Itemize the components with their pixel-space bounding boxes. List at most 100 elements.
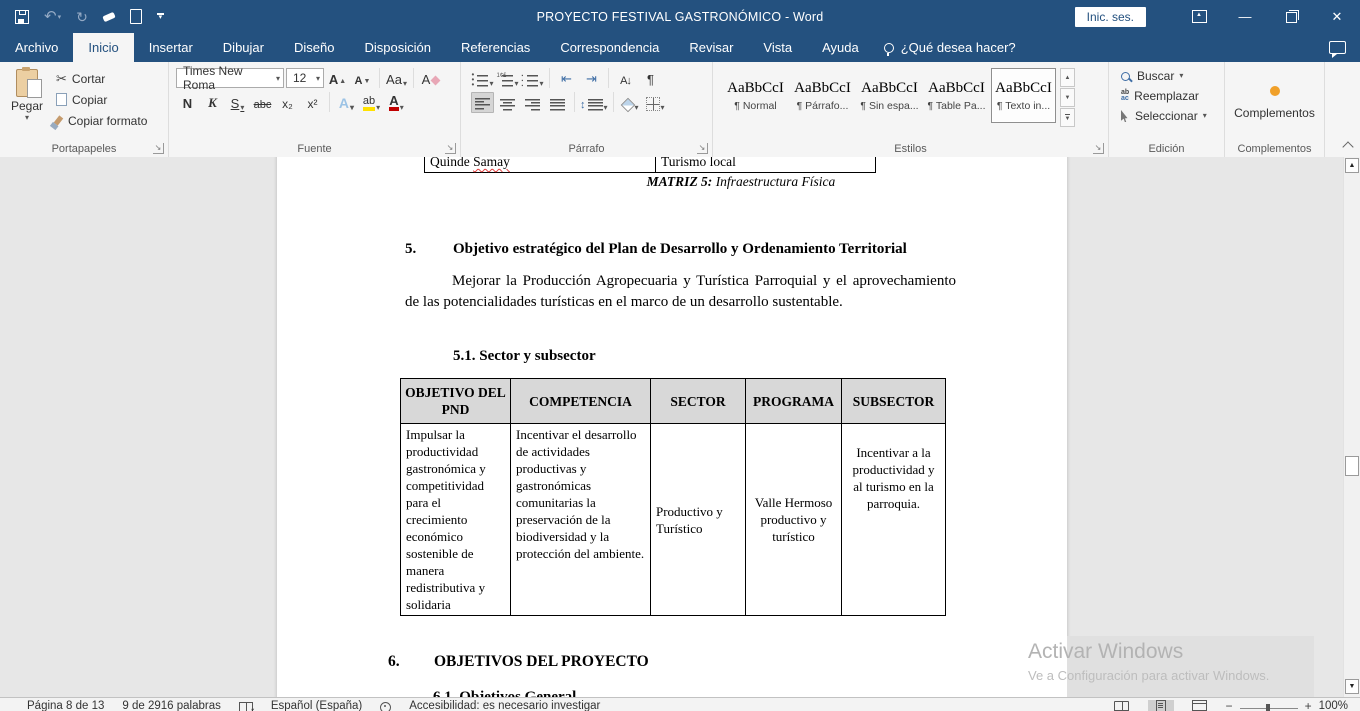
paste-button[interactable]: Pegar ▾ bbox=[2, 66, 52, 129]
clipboard-dialog-launcher[interactable]: ↘ bbox=[153, 143, 164, 154]
shading-button[interactable]: ▾ bbox=[619, 92, 642, 113]
bullets-button[interactable]: ▾ bbox=[471, 68, 494, 89]
subscript-button[interactable]: x₂ bbox=[276, 92, 299, 113]
tab-correspondencia[interactable]: Correspondencia bbox=[545, 33, 674, 62]
replace-button[interactable]: abacReemplazar bbox=[1111, 86, 1222, 106]
tab-inicio[interactable]: Inicio bbox=[73, 33, 133, 62]
eraser-button[interactable] bbox=[103, 7, 115, 27]
copy-button[interactable]: Copiar bbox=[56, 91, 147, 108]
sort-button[interactable]: A↓ bbox=[614, 68, 637, 89]
style-parrafo[interactable]: AaBbCcI¶ Párrafo... bbox=[790, 68, 855, 123]
multilevel-list-button[interactable]: ▾ bbox=[521, 68, 544, 89]
borders-button[interactable]: ▾ bbox=[644, 92, 667, 113]
addins-button[interactable]: Complementos bbox=[1227, 66, 1322, 139]
clear-formatting-button[interactable]: A bbox=[419, 68, 442, 89]
matriz5-table-fragment[interactable]: Quinde Samay Turismo local bbox=[424, 157, 876, 173]
zoom-in-button[interactable]: + bbox=[1305, 701, 1312, 711]
cell-competencia[interactable]: Incentivar el desarrollo de actividades … bbox=[511, 424, 651, 616]
tab-diseno[interactable]: Diseño bbox=[279, 33, 349, 62]
heading-5[interactable]: 5. Objetivo estratégico del Plan de Desa… bbox=[405, 241, 907, 258]
style-table-paragraph[interactable]: AaBbCcI¶ Table Pa... bbox=[924, 68, 989, 123]
shrink-font-button[interactable]: A▼ bbox=[351, 68, 374, 89]
styles-dialog-launcher[interactable]: ↘ bbox=[1093, 143, 1104, 154]
show-paragraph-marks-button[interactable]: ¶ bbox=[639, 68, 662, 89]
collapse-ribbon-button[interactable] bbox=[1342, 141, 1353, 152]
table-cell[interactable]: Quinde Samay bbox=[425, 157, 656, 172]
line-spacing-button[interactable]: ↕▾ bbox=[580, 92, 608, 113]
zoom-out-button[interactable]: − bbox=[1226, 701, 1233, 711]
style-normal[interactable]: AaBbCcI¶ Normal bbox=[723, 68, 788, 123]
align-right-button[interactable] bbox=[521, 92, 544, 113]
style-sin-espaciado[interactable]: AaBbCcI¶ Sin espa... bbox=[857, 68, 922, 123]
scroll-down-button[interactable]: ▼ bbox=[1345, 679, 1359, 694]
style-texto-independiente[interactable]: AaBbCcI¶ Texto in... bbox=[991, 68, 1056, 123]
minimize-button[interactable]: — bbox=[1222, 0, 1268, 33]
heading-5-1[interactable]: 5.1. Sector y subsector bbox=[453, 348, 596, 365]
text-effects-button[interactable]: A▾ bbox=[335, 92, 358, 113]
tab-revisar[interactable]: Revisar bbox=[674, 33, 748, 62]
tell-me-box[interactable]: ¿Qué desea hacer? bbox=[874, 33, 1026, 62]
superscript-button[interactable]: x² bbox=[301, 92, 324, 113]
tab-archivo[interactable]: Archivo bbox=[0, 33, 73, 62]
cell-programa[interactable]: Valle Hermoso productivo y turístico bbox=[746, 424, 842, 616]
tab-disposicion[interactable]: Disposición bbox=[349, 33, 445, 62]
word-count-indicator[interactable]: 9 de 2916 palabras bbox=[122, 700, 220, 711]
select-button[interactable]: Seleccionar▾ bbox=[1111, 106, 1222, 126]
heading-6[interactable]: 6. OBJETIVOS DEL PROYECTO bbox=[388, 653, 649, 671]
font-color-button[interactable]: A▾ bbox=[385, 92, 408, 113]
cell-sector[interactable]: Productivo y Turístico bbox=[651, 424, 746, 616]
font-name-combobox[interactable]: Times New Roma▾ bbox=[176, 68, 284, 88]
bold-button[interactable]: N bbox=[176, 92, 199, 113]
header-objetivo-pnd[interactable]: OBJETIVO DEL PND bbox=[401, 379, 511, 424]
tab-ayuda[interactable]: Ayuda bbox=[807, 33, 874, 62]
tab-vista[interactable]: Vista bbox=[748, 33, 807, 62]
restore-button[interactable] bbox=[1268, 0, 1314, 33]
paragraph-dialog-launcher[interactable]: ↘ bbox=[697, 143, 708, 154]
change-case-button[interactable]: Aa▾ bbox=[385, 68, 408, 89]
scroll-up-button[interactable]: ▲ bbox=[1345, 158, 1359, 173]
font-size-combobox[interactable]: 12▾ bbox=[286, 68, 324, 88]
zoom-slider-thumb[interactable] bbox=[1266, 704, 1270, 711]
header-subsector[interactable]: SUBSECTOR bbox=[842, 379, 946, 424]
header-sector[interactable]: SECTOR bbox=[651, 379, 746, 424]
undo-button[interactable]: ↶▾ bbox=[44, 7, 61, 27]
body-paragraph[interactable]: Mejorar la Producción Agropecuaria y Tur… bbox=[405, 271, 956, 313]
read-mode-button[interactable] bbox=[1109, 700, 1135, 711]
cell-objetivo-pnd[interactable]: Impulsar la productividad gastronómica y… bbox=[401, 424, 511, 616]
zoom-percentage[interactable]: 100% bbox=[1319, 700, 1348, 711]
document-page[interactable]: Quinde Samay Turismo local MATRIZ 5: Inf… bbox=[277, 157, 1067, 697]
save-button[interactable] bbox=[15, 7, 29, 27]
matriz5-caption[interactable]: MATRIZ 5: Infraestructura Física bbox=[431, 174, 1051, 190]
accessibility-status[interactable]: Accesibilidad: es necesario investigar bbox=[409, 700, 600, 711]
styles-gallery-more-button[interactable]: ▼ bbox=[1060, 108, 1075, 127]
redo-button[interactable]: ↻ bbox=[76, 7, 88, 27]
justify-button[interactable] bbox=[546, 92, 569, 113]
tab-insertar[interactable]: Insertar bbox=[134, 33, 208, 62]
find-button[interactable]: Buscar▾ bbox=[1111, 66, 1222, 86]
increase-indent-button[interactable]: ⇥ bbox=[580, 68, 603, 89]
comments-icon[interactable] bbox=[1329, 41, 1346, 54]
strikethrough-button[interactable]: abc bbox=[251, 92, 274, 113]
web-layout-button[interactable] bbox=[1187, 700, 1213, 711]
highlight-button[interactable]: ab▾ bbox=[360, 92, 383, 113]
customize-quick-access-button[interactable]: ▾ bbox=[157, 7, 164, 27]
grow-font-button[interactable]: A▲ bbox=[326, 68, 349, 89]
format-painter-button[interactable]: Copiar formato bbox=[56, 112, 147, 129]
italic-button[interactable]: K bbox=[201, 92, 224, 113]
tab-referencias[interactable]: Referencias bbox=[446, 33, 545, 62]
zoom-slider[interactable] bbox=[1240, 708, 1298, 709]
scrollbar-thumb[interactable] bbox=[1345, 456, 1359, 476]
proofing-errors-icon[interactable] bbox=[239, 702, 253, 711]
language-indicator[interactable]: Español (España) bbox=[271, 700, 362, 711]
sector-subsector-table[interactable]: OBJETIVO DEL PND COMPETENCIA SECTOR PROG… bbox=[400, 378, 946, 616]
align-center-button[interactable] bbox=[496, 92, 519, 113]
sign-in-button[interactable]: Inic. ses. bbox=[1075, 7, 1146, 27]
header-programa[interactable]: PROGRAMA bbox=[746, 379, 842, 424]
font-dialog-launcher[interactable]: ↘ bbox=[445, 143, 456, 154]
print-layout-button[interactable] bbox=[1148, 700, 1174, 711]
underline-button[interactable]: S▾ bbox=[226, 92, 249, 113]
table-cell[interactable]: Turismo local bbox=[656, 157, 875, 172]
cell-subsector[interactable]: Incentivar a la productividad y al turis… bbox=[842, 424, 946, 616]
align-left-button[interactable] bbox=[471, 92, 494, 113]
numbering-button[interactable]: ▾ bbox=[496, 68, 519, 89]
